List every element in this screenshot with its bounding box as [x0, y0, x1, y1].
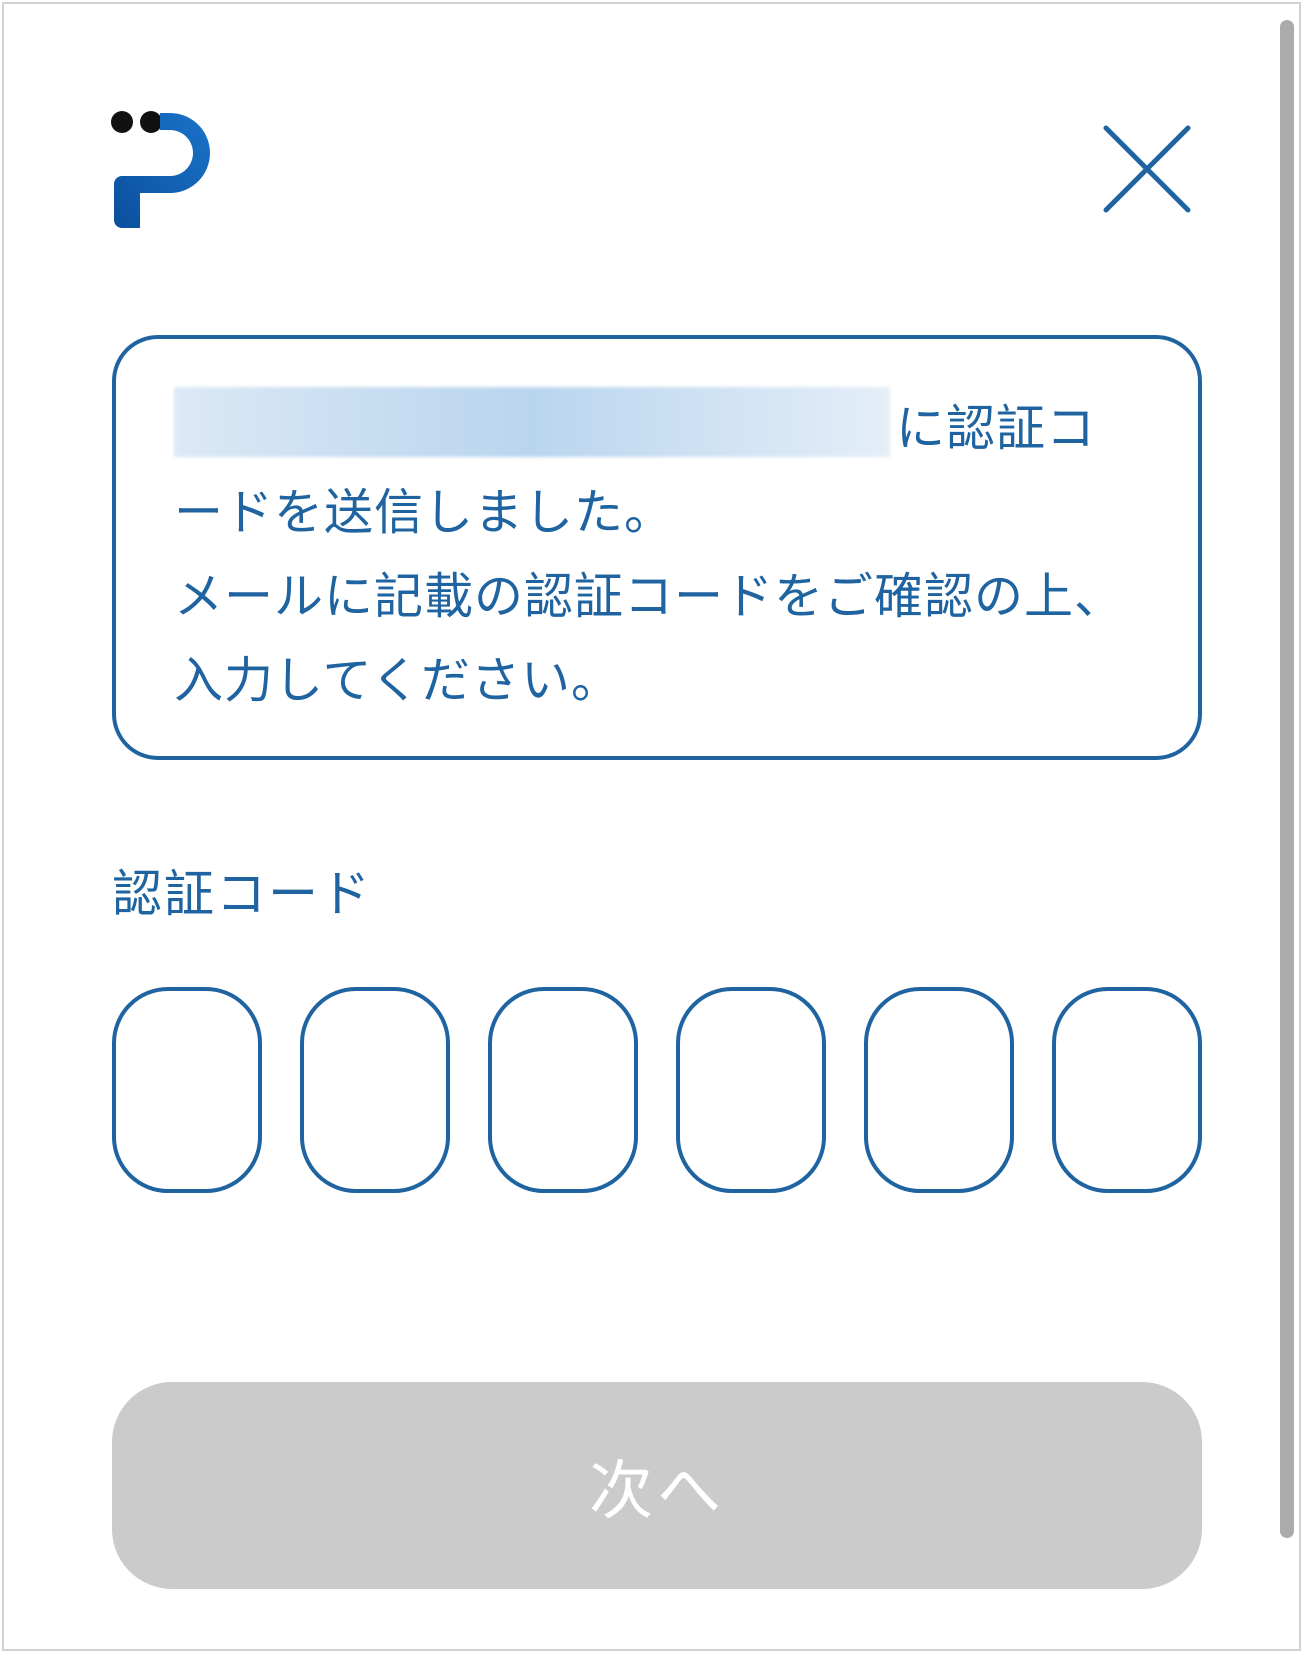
- next-button[interactable]: 次へ: [112, 1382, 1202, 1589]
- code-digit-2[interactable]: [300, 987, 450, 1193]
- brand-p-logo-icon: [111, 111, 210, 228]
- message-rest: ードを送信しました。 メールに記載の認証コードをご確認の上、入力してください。: [174, 484, 1125, 709]
- code-digit-3[interactable]: [488, 987, 638, 1193]
- close-icon[interactable]: [1100, 122, 1194, 216]
- code-digit-5[interactable]: [864, 987, 1014, 1193]
- modal-frame: に認証コードを送信しました。 メールに記載の認証コードをご確認の上、入力してくださ…: [2, 2, 1301, 1651]
- code-digit-4[interactable]: [676, 987, 826, 1193]
- info-message-text: に認証コードを送信しました。 メールに記載の認証コードをご確認の上、入力してくださ…: [174, 387, 1134, 723]
- code-digit-1[interactable]: [112, 987, 262, 1193]
- scrollbar-thumb[interactable]: [1280, 20, 1294, 1538]
- redacted-email: [174, 387, 890, 457]
- code-input-group: [112, 987, 1202, 1193]
- info-message-box: に認証コードを送信しました。 メールに記載の認証コードをご確認の上、入力してくださ…: [112, 335, 1202, 760]
- code-label: 認証コード: [112, 865, 372, 923]
- code-digit-6[interactable]: [1052, 987, 1202, 1193]
- message-line1-suffix: に認証コ: [896, 400, 1097, 457]
